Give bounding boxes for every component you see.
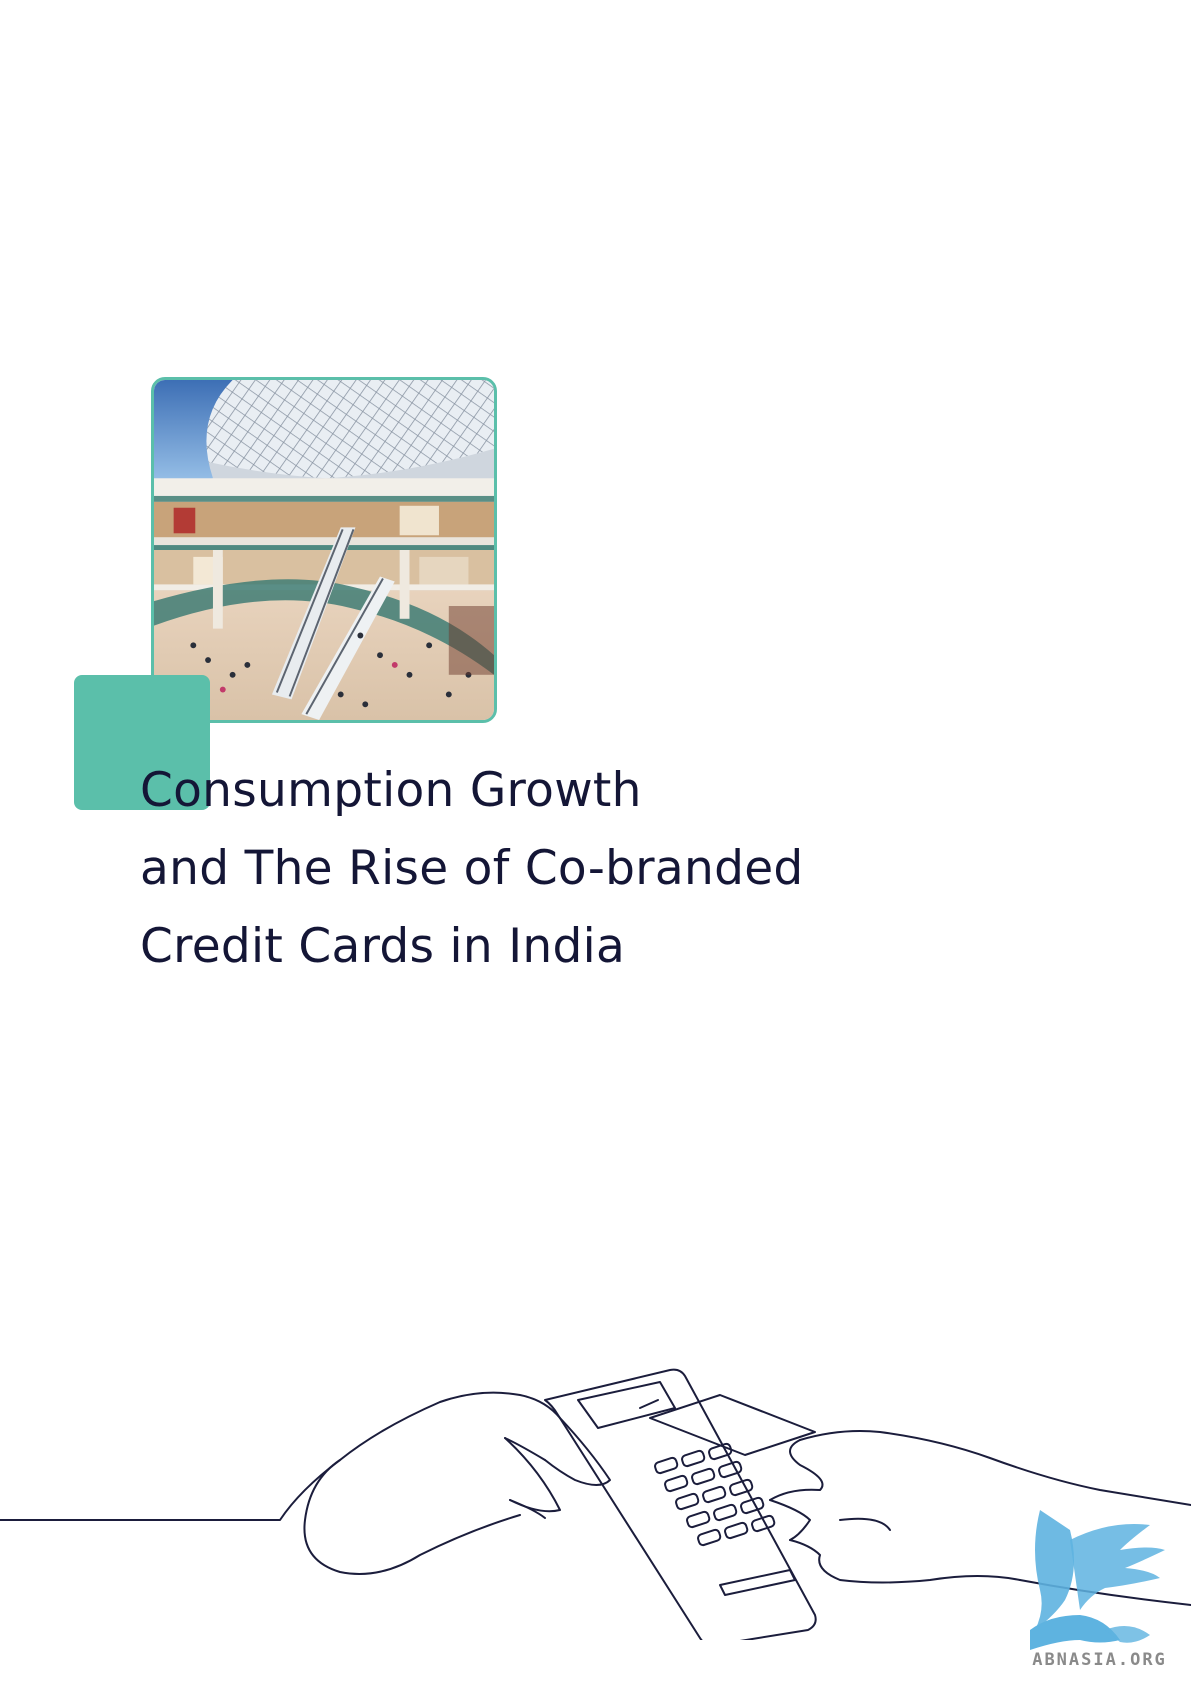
mall-atrium-photo xyxy=(151,377,497,723)
griffin-logo-icon xyxy=(1030,1510,1165,1650)
title-line-2: and The Rise of Co-branded xyxy=(140,841,804,896)
abnasia-watermark: ABNASIA.ORG xyxy=(1032,1650,1167,1670)
document-title: Consumption Growth and The Rise of Co-br… xyxy=(140,752,1040,986)
mall-atrium-image xyxy=(154,380,494,720)
title-line-1: Consumption Growth xyxy=(140,763,642,818)
cover-page: Consumption Growth and The Rise of Co-br… xyxy=(0,0,1191,1684)
title-line-3: Credit Cards in India xyxy=(140,919,626,974)
